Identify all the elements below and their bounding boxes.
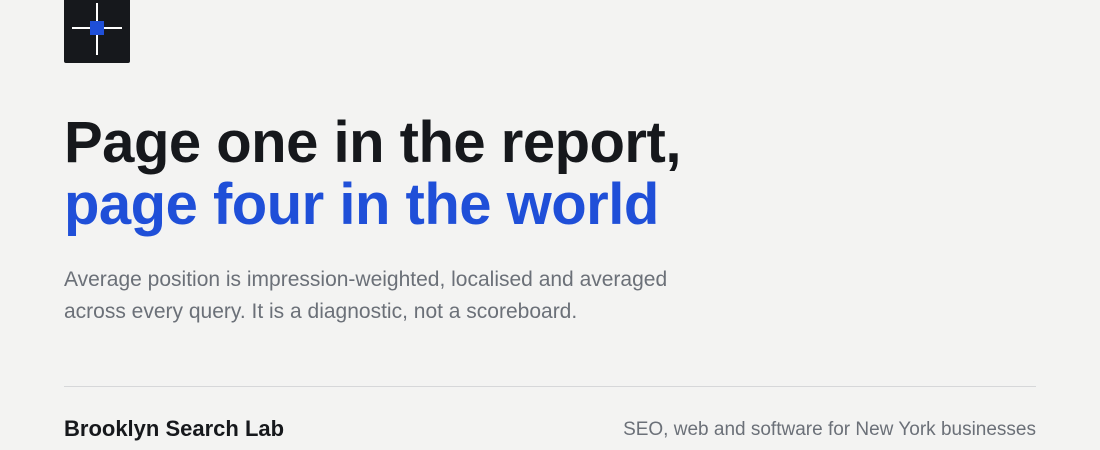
subtitle-line-1: Average position is impression-weighted,… [64,268,668,291]
brand-logo [64,0,130,63]
subtitle-line-2: across every query. It is a diagnostic, … [64,300,578,323]
footer-tagline: SEO, web and software for New York busin… [623,419,1036,440]
crosshair-square-icon [72,3,122,55]
headline-line-1: Page one in the report, [64,110,681,175]
page-subtitle: Average position is impression-weighted,… [64,264,744,328]
page-headline: Page one in the report, page four in the… [64,112,681,236]
headline-line-2-accent: page four in the world [64,172,659,237]
footer-divider [64,386,1036,387]
footer-brand-name: Brooklyn Search Lab [64,416,285,441]
